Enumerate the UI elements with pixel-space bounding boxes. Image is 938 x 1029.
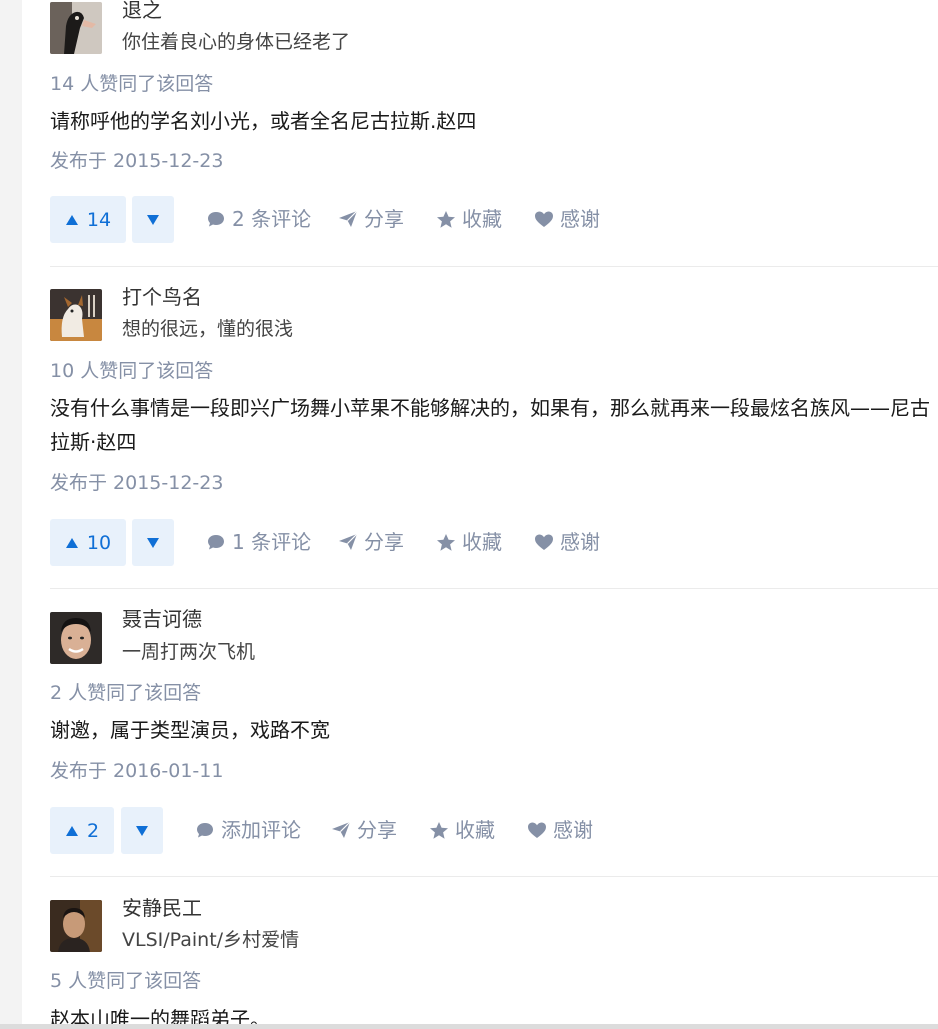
thanks-label: 感谢 <box>553 818 593 842</box>
favorite-button[interactable]: 收藏 <box>436 530 502 554</box>
comment-label: 2 条评论 <box>232 207 312 231</box>
vote-up-button[interactable]: 10 <box>50 519 126 566</box>
vote-count: 14 <box>86 208 112 231</box>
triangle-up-icon <box>65 214 78 225</box>
author-bio: 一周打两次飞机 <box>122 641 256 663</box>
answer-text-line: 没有什么事情是一段即兴广场舞小苹果不能够解决的，如果有，那么就再来一段最炫名族风… <box>50 396 930 420</box>
share-label: 分享 <box>364 530 404 554</box>
comment-label: 1 条评论 <box>232 530 312 554</box>
answer-text-line: 谢邀，属于类型演员，戏路不宽 <box>50 718 330 742</box>
paper-plane-icon <box>332 821 351 838</box>
answer-text[interactable]: 请称呼他的学名刘小光，或者全名尼古拉斯.赵四 <box>50 104 938 138</box>
divider <box>50 876 938 877</box>
star-icon <box>437 533 455 551</box>
upvote-count: 2 人赞同了该回答 <box>50 682 202 704</box>
answer-text-line: 请称呼他的学名刘小光，或者全名尼古拉斯.赵四 <box>50 109 477 133</box>
triangle-down-icon <box>147 537 159 548</box>
star-icon <box>437 210 455 228</box>
comment-button[interactable]: 2 条评论 <box>206 207 311 231</box>
answer-list: 退之 你住着良心的身体已经老了 14 人赞同了该回答 请称呼他的学名刘小光，或者… <box>22 0 938 1029</box>
author-name[interactable]: 安静民工 <box>122 896 202 920</box>
answer-text[interactable]: 谢邀，属于类型演员，戏路不宽 <box>50 713 938 747</box>
comment-label: 添加评论 <box>221 818 301 842</box>
author-name[interactable]: 退之 <box>122 0 162 22</box>
upvote-count: 14 人赞同了该回答 <box>50 73 214 95</box>
vote-up-button[interactable]: 14 <box>50 196 126 243</box>
share-label: 分享 <box>357 818 397 842</box>
author-bio: 你住着良心的身体已经老了 <box>122 31 351 53</box>
vote-down-button[interactable] <box>132 196 174 243</box>
thanks-label: 感谢 <box>560 207 600 231</box>
favorite-label: 收藏 <box>462 207 502 231</box>
author-name[interactable]: 打个鸟名 <box>122 285 202 309</box>
favorite-button[interactable]: 收藏 <box>429 818 495 842</box>
star-icon <box>430 821 448 839</box>
share-label: 分享 <box>364 207 404 231</box>
publish-date[interactable]: 发布于 2016-01-11 <box>50 759 223 783</box>
vote-count: 10 <box>86 531 112 554</box>
triangle-up-icon <box>65 825 78 836</box>
divider <box>50 588 938 589</box>
answer-text[interactable]: 赵本山唯一的舞蹈弟子。 <box>50 1002 938 1024</box>
share-button[interactable]: 分享 <box>331 818 397 842</box>
share-button[interactable]: 分享 <box>338 530 404 554</box>
vote-count: 2 <box>86 819 100 842</box>
triangle-down-icon <box>136 825 148 836</box>
favorite-label: 收藏 <box>455 818 495 842</box>
thanks-button[interactable]: 感谢 <box>534 207 600 231</box>
paper-plane-icon <box>339 533 358 550</box>
thanks-button[interactable]: 感谢 <box>527 818 593 842</box>
heart-icon <box>535 211 553 227</box>
author-bio: 想的很远，懂的很浅 <box>122 318 294 340</box>
publish-date[interactable]: 发布于 2015-12-23 <box>50 471 223 495</box>
comment-button[interactable]: 添加评论 <box>195 818 301 842</box>
vote-down-button[interactable] <box>121 807 163 854</box>
favorite-button[interactable]: 收藏 <box>436 207 502 231</box>
author-bio: VLSI/Paint/乡村爱情 <box>122 929 300 951</box>
avatar[interactable] <box>50 900 102 952</box>
publish-date[interactable]: 发布于 2015-12-23 <box>50 149 223 173</box>
share-button[interactable]: 分享 <box>338 207 404 231</box>
favorite-label: 收藏 <box>462 530 502 554</box>
paper-plane-icon <box>339 210 358 227</box>
vote-down-button[interactable] <box>132 519 174 566</box>
comment-button[interactable]: 1 条评论 <box>206 530 311 554</box>
bottom-edge <box>0 1024 938 1029</box>
speech-bubble-icon <box>197 823 213 838</box>
upvote-count: 5 人赞同了该回答 <box>50 970 202 992</box>
answer-text[interactable]: 没有什么事情是一段即兴广场舞小苹果不能够解决的，如果有，那么就再来一段最炫名族风… <box>50 391 938 459</box>
avatar[interactable] <box>50 2 102 54</box>
heart-icon <box>535 534 553 550</box>
divider <box>50 266 938 267</box>
upvote-count: 10 人赞同了该回答 <box>50 360 214 382</box>
heart-icon <box>528 822 546 838</box>
avatar[interactable] <box>50 612 102 664</box>
avatar[interactable] <box>50 289 102 341</box>
speech-bubble-icon <box>208 535 224 550</box>
answer-text-line: 赵本山唯一的舞蹈弟子。 <box>50 1007 270 1024</box>
answer-text-line: 拉斯·赵四 <box>50 430 137 454</box>
thanks-label: 感谢 <box>560 530 600 554</box>
triangle-down-icon <box>147 214 159 225</box>
author-name[interactable]: 聂吉诃德 <box>122 607 202 631</box>
thanks-button[interactable]: 感谢 <box>534 530 600 554</box>
triangle-up-icon <box>65 537 78 548</box>
speech-bubble-icon <box>208 212 224 227</box>
vote-up-button[interactable]: 2 <box>50 807 114 854</box>
